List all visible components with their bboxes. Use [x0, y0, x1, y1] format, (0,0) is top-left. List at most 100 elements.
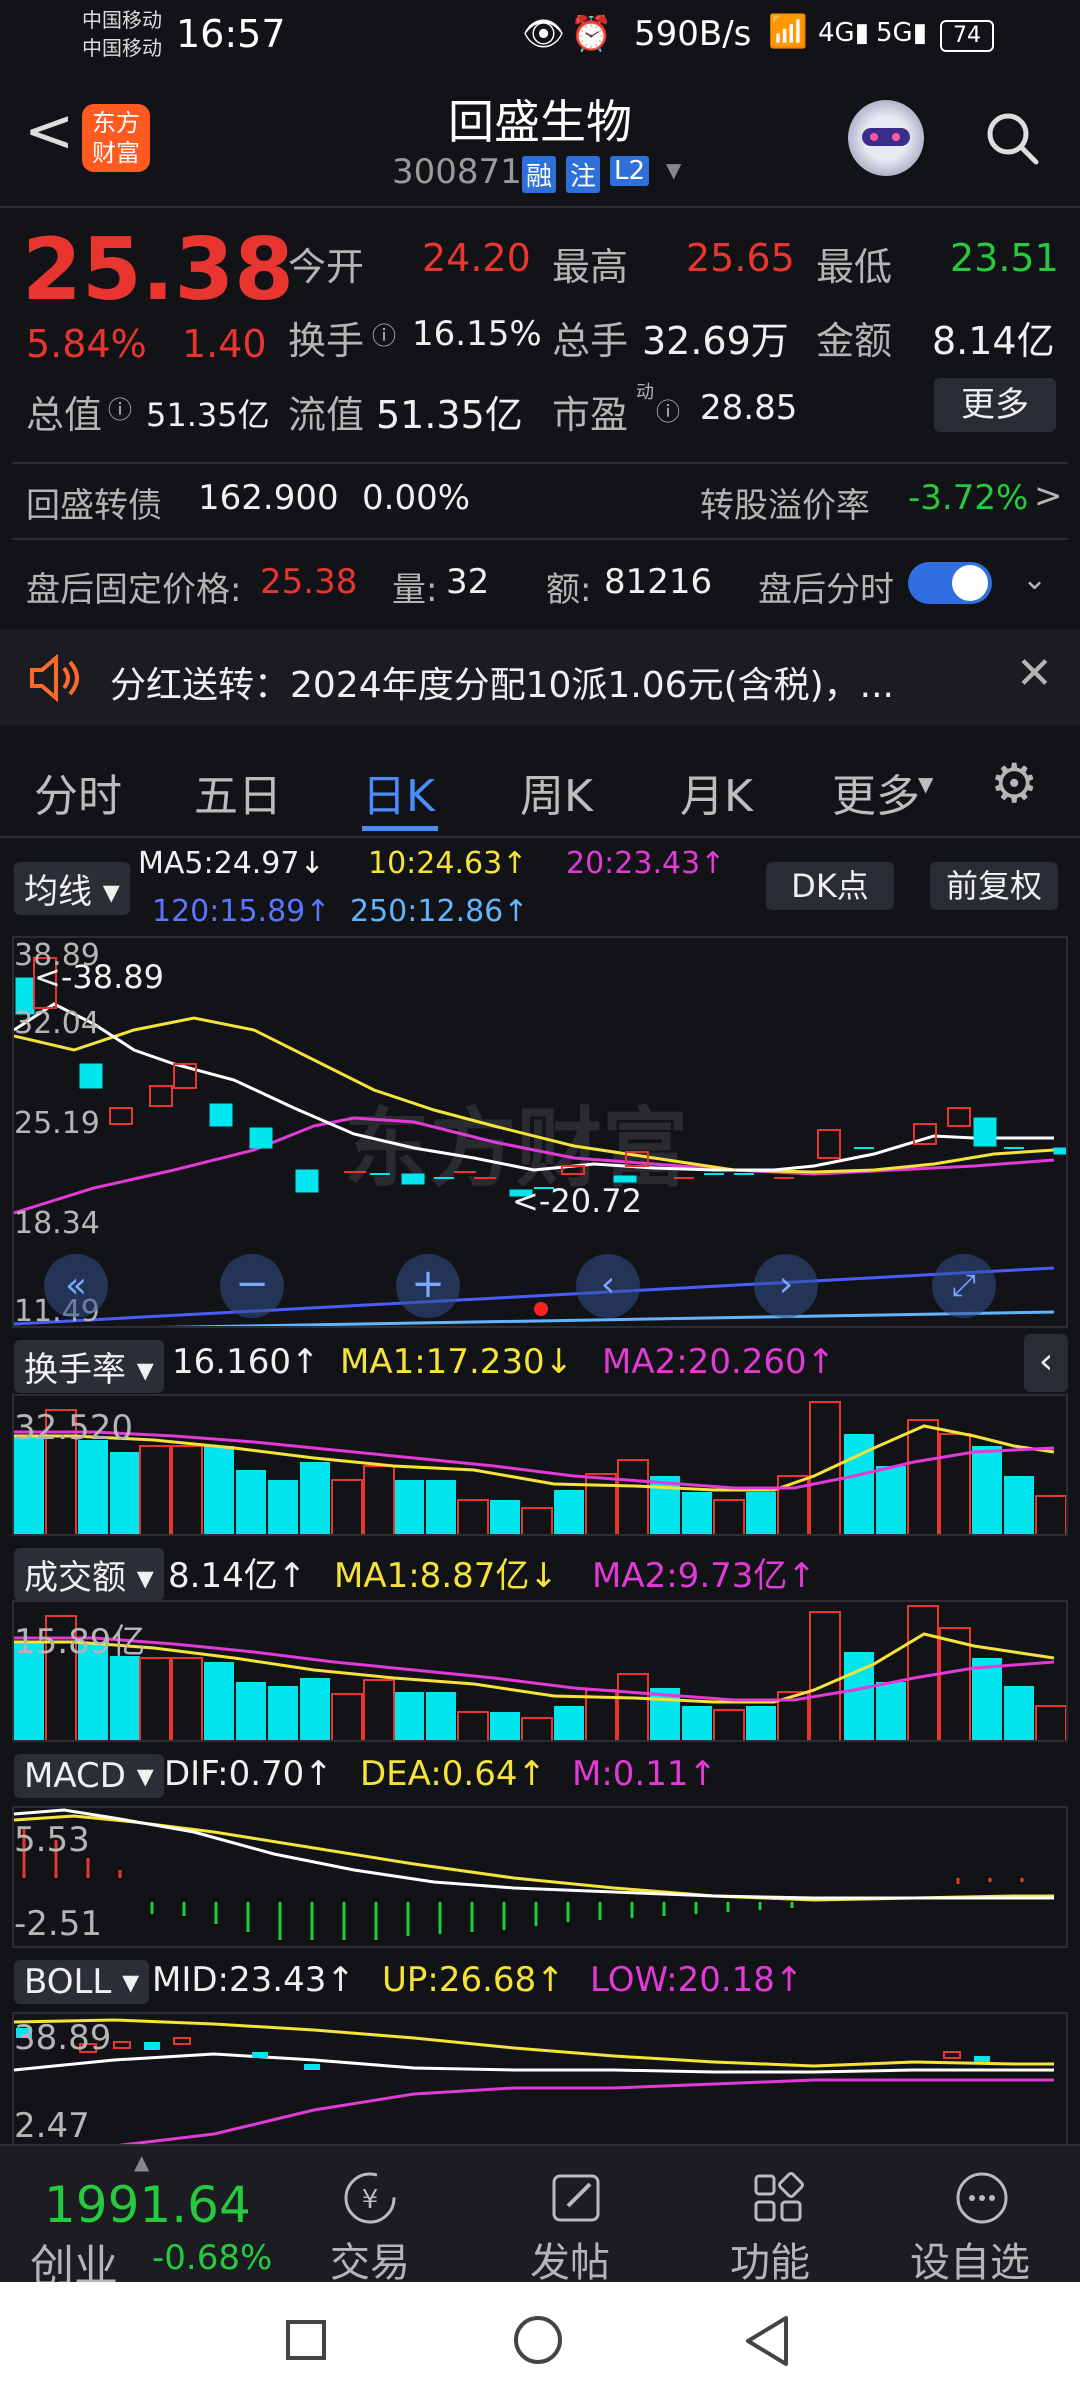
post-icon[interactable]: [544, 2166, 608, 2230]
scroll-left-fast-icon[interactable]: «: [44, 1254, 108, 1318]
ma10-value: 10:24.63↑: [368, 846, 528, 881]
macd-y-bottom: -2.51: [14, 1904, 102, 1944]
tab-intraday[interactable]: 分时: [34, 760, 122, 824]
turnover-label: 换手: [288, 319, 365, 363]
index-pct: -0.68%: [152, 2238, 273, 2278]
afterhours-toggle[interactable]: [908, 562, 992, 604]
macd-m: M:0.11↑: [572, 1754, 717, 1794]
badge-margin: 融: [522, 156, 557, 193]
turnover-chart: 32.520: [12, 1394, 1068, 1536]
bond-label[interactable]: 回盛转债: [26, 478, 162, 527]
home-icon[interactable]: [514, 2316, 562, 2364]
index-value[interactable]: 1991.64: [44, 2176, 251, 2234]
back-nav-icon[interactable]: [742, 2314, 792, 2368]
notice-bar[interactable]: 分红送转：2024年度分配10派1.06元(含税)，... ✕: [0, 630, 1080, 726]
tab-monthly-k[interactable]: 月K: [680, 760, 753, 824]
macd-selector[interactable]: MACD ▾: [14, 1754, 164, 1798]
open-value: 24.20: [422, 236, 531, 280]
amount-ma1: MA1:8.87亿↓: [334, 1556, 558, 1596]
high-value: 25.65: [686, 236, 795, 280]
robot-assistant-icon[interactable]: [848, 100, 924, 176]
y-axis-3: 25.19: [14, 1106, 100, 1141]
low-value: 23.51: [950, 236, 1059, 280]
dk-point-dot: [534, 1302, 548, 1316]
adjust-button[interactable]: 前复权: [930, 862, 1058, 910]
clock: 16:57: [176, 12, 286, 56]
chevron-up-icon[interactable]: ▲: [134, 2150, 149, 2174]
boll-y-bottom: 2.47: [14, 2106, 90, 2144]
zoom-in-icon[interactable]: +: [396, 1254, 460, 1318]
more-button[interactable]: 更多: [934, 378, 1056, 432]
amount-label: 金额: [816, 319, 893, 363]
info-icon[interactable]: ⓘ: [656, 392, 680, 427]
turnover-y-top: 32.520: [14, 1408, 133, 1448]
boll-mid: MID:23.43↑: [152, 1960, 355, 2000]
kline-chart[interactable]: 东方财富 38.89 32.04 25.19 18.34 <-38.89 <-2…: [12, 936, 1068, 1328]
tab-indicator: [362, 826, 438, 831]
turnover-panel-label: 换手率: [24, 1350, 126, 1390]
recent-apps-icon[interactable]: [286, 2320, 326, 2360]
badge-registered: 注: [566, 156, 601, 193]
stock-code: 300871: [392, 152, 522, 192]
collapse-panel-button[interactable]: ‹: [1024, 1334, 1068, 1392]
tab-five-day[interactable]: 五日: [194, 760, 282, 824]
chevron-down-icon[interactable]: ⌄: [1022, 562, 1047, 597]
macd-dif: DIF:0.70↑: [164, 1754, 333, 1794]
premium-label: 转股溢价率: [700, 486, 870, 526]
pe-label: 市盈: [552, 393, 629, 437]
turnover-selector[interactable]: 换手率 ▾: [14, 1340, 164, 1393]
tab-daily-k[interactable]: 日K: [362, 760, 435, 824]
close-icon[interactable]: ✕: [1016, 648, 1053, 699]
low-label: 最低: [816, 245, 893, 289]
info-icon[interactable]: ⓘ: [108, 390, 132, 425]
net-speed: 590B/s: [634, 14, 752, 54]
chevron-down-icon: ▼: [918, 772, 934, 796]
mktcap-label: 总值: [26, 393, 103, 437]
trade-label[interactable]: 交易: [330, 2230, 410, 2288]
premium-value: -3.72%: [908, 478, 1029, 518]
info-icon[interactable]: ⓘ: [372, 316, 396, 351]
boll-chart: 38.89 2.47: [12, 2012, 1068, 2144]
amount-y-top: 15.89亿: [14, 1622, 146, 1662]
trade-icon[interactable]: ¥: [338, 2166, 402, 2230]
float-value: 51.35亿: [376, 393, 523, 437]
boll-up: UP:26.68↑: [382, 1960, 565, 2000]
chevron-down-icon[interactable]: ▼: [666, 158, 681, 182]
signal-5g-icon: 5G▮: [876, 18, 927, 48]
amount-panel-label: 成交额: [24, 1558, 126, 1598]
change-pct: 5.84%: [26, 322, 147, 366]
post-label[interactable]: 发帖: [530, 2230, 610, 2288]
speaker-icon: [24, 648, 84, 708]
pe-dynamic-mark: 动: [636, 382, 654, 403]
tab-more[interactable]: 更多: [832, 760, 920, 824]
low-marker: <-20.72: [512, 1182, 642, 1220]
badge-l2: L2: [610, 156, 650, 186]
scroll-right-icon[interactable]: ›: [754, 1254, 818, 1318]
more-dots-icon[interactable]: [950, 2166, 1014, 2230]
ma250-value: 250:12.86↑: [350, 894, 529, 929]
zoom-out-icon[interactable]: −: [220, 1254, 284, 1318]
status-bar: 中国移动 中国移动 16:57 👁 ⏰ 590B/s 📶 4G▮ 5G▮ 74: [0, 0, 1080, 70]
carrier-1: 中国移动: [82, 8, 162, 32]
pe-value: 28.85: [700, 388, 798, 428]
bond-pct: 0.00%: [362, 478, 471, 518]
tab-weekly-k[interactable]: 周K: [520, 760, 593, 824]
amount-ma2: MA2:9.73亿↑: [592, 1556, 816, 1596]
search-icon[interactable]: [984, 110, 1040, 166]
function-label[interactable]: 功能: [730, 2230, 810, 2288]
afterhours-label: 盘后固定价格:: [26, 570, 242, 610]
amount-selector[interactable]: 成交额 ▾: [14, 1548, 164, 1601]
dk-point-button[interactable]: DK点: [766, 862, 894, 910]
amount-indicator-value: 8.14亿↑: [168, 1556, 307, 1596]
ma-selector[interactable]: 均线 ▾: [14, 862, 130, 915]
boll-selector[interactable]: BOLL ▾: [14, 1960, 150, 2004]
fullscreen-icon[interactable]: ⤢: [932, 1254, 996, 1318]
add-watchlist-label[interactable]: 设自选: [910, 2230, 1030, 2288]
macd-dea: DEA:0.64↑: [360, 1754, 546, 1794]
function-grid-icon[interactable]: [746, 2166, 810, 2230]
gear-icon[interactable]: ⚙: [990, 752, 1038, 815]
scroll-left-icon[interactable]: ‹: [576, 1254, 640, 1318]
chevron-right-icon[interactable]: >: [1034, 476, 1063, 516]
turnover-ma2: MA2:20.260↑: [602, 1342, 836, 1382]
bottom-toolbar: ▲ 1991.64 创业 -0.68% ¥ 交易 发帖 功能 设自选: [0, 2144, 1080, 2292]
